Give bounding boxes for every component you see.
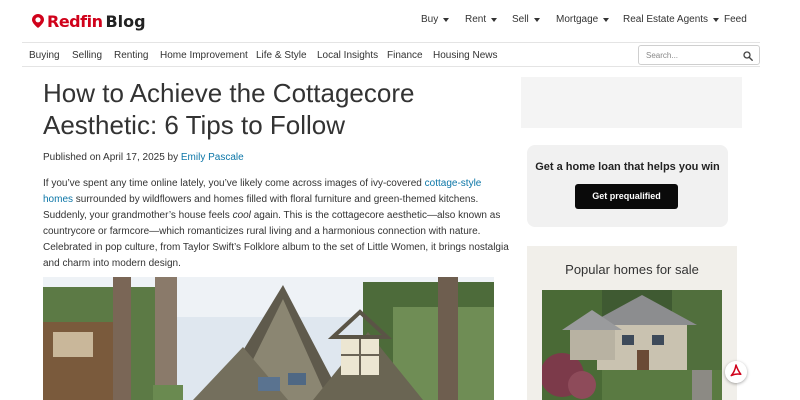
category-nav: Buying Selling Renting Home Improvement … — [22, 42, 760, 67]
intro-line: homes surrounded by wildflowers and home… — [43, 192, 503, 208]
cottage-hero-image — [43, 277, 494, 400]
nav-sell[interactable]: Sell — [512, 14, 540, 25]
intro-line: If you’ve spent any time online lately, … — [43, 176, 503, 192]
chevron-down-icon — [533, 17, 540, 22]
intro-text: If you’ve spent any time online lately, … — [43, 178, 425, 189]
redfin-logo-icon — [32, 14, 44, 28]
nav-feed-label: Feed — [724, 14, 747, 25]
chevron-down-icon — [603, 17, 610, 22]
nav-real-estate-agents[interactable]: Real Estate Agents — [623, 14, 720, 25]
nav-real-estate-agents-label: Real Estate Agents — [623, 14, 709, 25]
intro-text: Suddenly, your grandmother’s house feels — [43, 210, 233, 221]
popular-homes-card: Popular homes for sale — [527, 246, 737, 400]
cottage-style-homes-link[interactable]: cottage-style — [425, 178, 482, 189]
home-loan-title: Get a home loan that helps you win — [535, 161, 720, 173]
advertisement-placeholder — [521, 77, 742, 128]
nav-rent[interactable]: Rent — [465, 14, 498, 25]
search-icon[interactable] — [743, 51, 753, 61]
article-intro: If you’ve spent any time online lately, … — [43, 176, 509, 272]
published-date: Published on April 17, 2025 by — [43, 152, 181, 163]
logo-blog-text: Blog — [105, 11, 146, 31]
category-life-style[interactable]: Life & Style — [256, 50, 307, 61]
intro-text: surrounded by wildflowers and homes fill… — [73, 194, 479, 205]
search-box — [638, 45, 760, 65]
home-listing-image[interactable] — [542, 290, 722, 400]
pdf-icon[interactable] — [725, 361, 747, 383]
chevron-down-icon — [491, 17, 498, 22]
intro-line: Celebrated in pop culture, from Taylor S… — [43, 242, 509, 253]
search-input[interactable] — [646, 49, 741, 61]
logo-redfin-text: Redfin — [47, 11, 103, 31]
nav-sell-label: Sell — [512, 14, 529, 25]
intro-emphasis: cool — [232, 210, 251, 221]
chevron-down-icon — [713, 17, 720, 22]
category-home-improvement[interactable]: Home Improvement — [160, 50, 248, 61]
nav-buy-label: Buy — [421, 14, 439, 25]
category-renting[interactable]: Renting — [114, 50, 148, 61]
nav-buy[interactable]: Buy — [421, 14, 450, 25]
category-buying[interactable]: Buying — [29, 50, 60, 61]
article-title: How to Achieve the Cottagecore Aesthetic… — [43, 78, 415, 140]
cottage-style-homes-link[interactable]: homes — [43, 194, 73, 205]
top-bar: Redfin Blog Buy Rent Sell Mortgage Real … — [0, 0, 800, 42]
intro-line: and charm into modern design. — [43, 258, 181, 269]
article-byline: Published on April 17, 2025 by Emily Pas… — [43, 152, 244, 163]
nav-feed[interactable]: Feed — [724, 14, 747, 25]
category-finance[interactable]: Finance — [387, 50, 423, 61]
home-loan-card: Get a home loan that helps you win Get p… — [527, 145, 728, 227]
popular-homes-title: Popular homes for sale — [565, 262, 699, 277]
intro-line: Suddenly, your grandmother’s house feels… — [43, 208, 503, 224]
get-prequalified-button[interactable]: Get prequalified — [575, 184, 678, 209]
intro-text: again. This is the cottagecore aesthetic… — [250, 210, 501, 221]
category-local-insights[interactable]: Local Insights — [317, 50, 378, 61]
category-selling[interactable]: Selling — [72, 50, 102, 61]
nav-mortgage-label: Mortgage — [556, 14, 599, 25]
author-link[interactable]: Emily Pascale — [181, 152, 244, 163]
nav-mortgage[interactable]: Mortgage — [556, 14, 610, 25]
redfin-blog-logo[interactable]: Redfin Blog — [32, 10, 146, 32]
category-housing-news[interactable]: Housing News — [433, 50, 497, 61]
intro-line: countrycore or farmcore—which romanticiz… — [43, 226, 481, 237]
chevron-down-icon — [443, 17, 450, 22]
nav-rent-label: Rent — [465, 14, 487, 25]
